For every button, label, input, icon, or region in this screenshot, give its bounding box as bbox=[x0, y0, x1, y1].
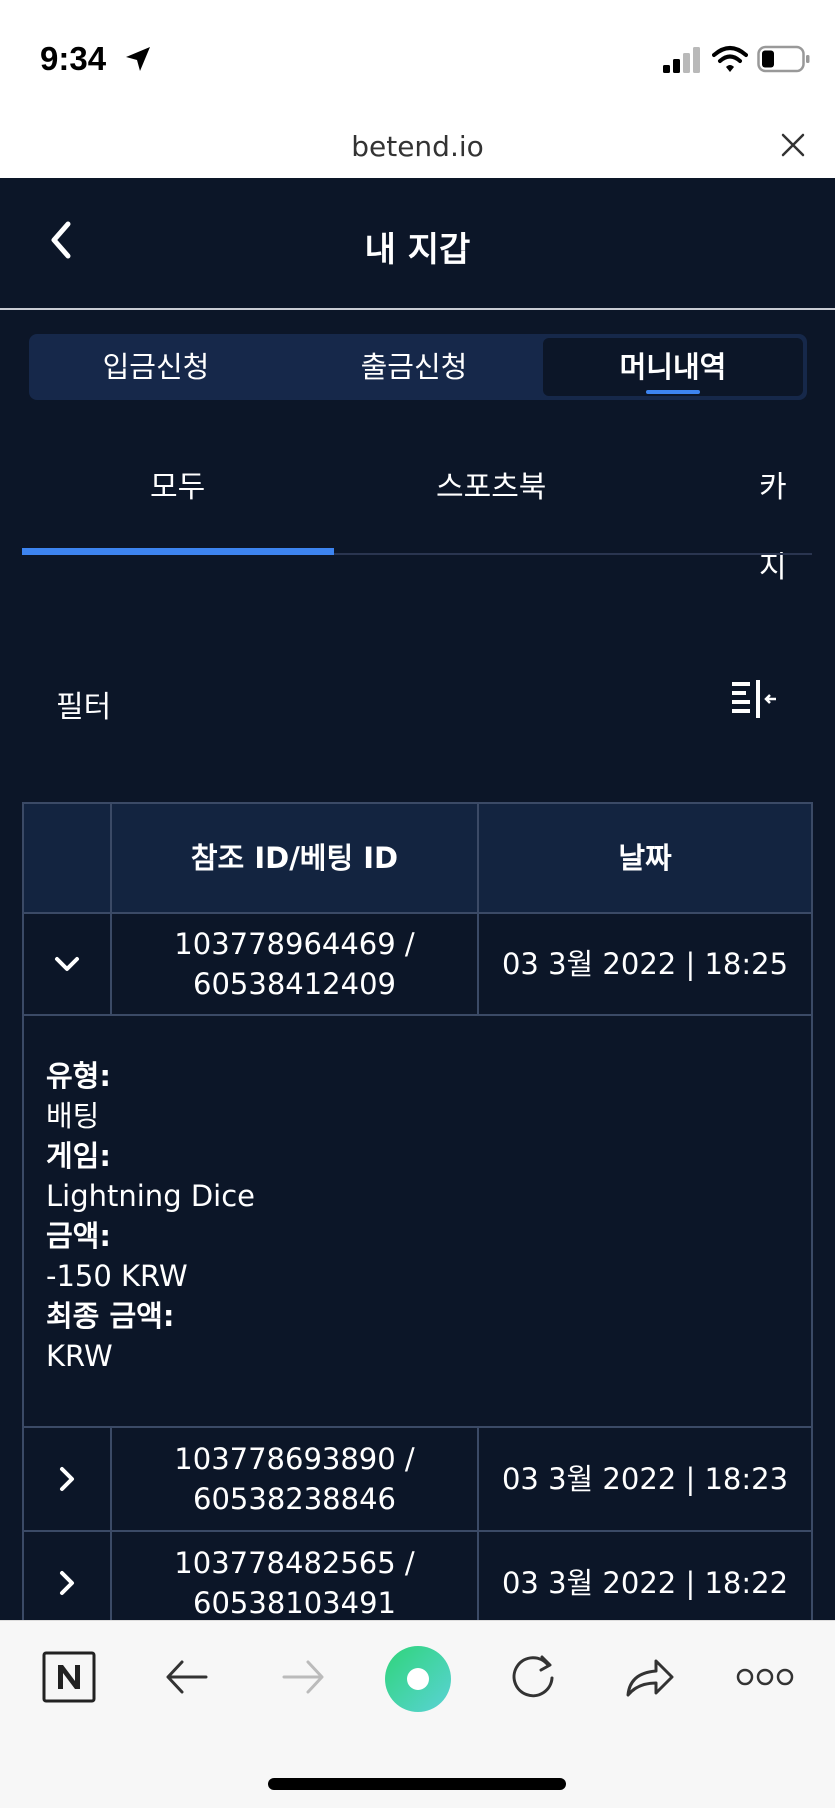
detail-amount-label: 금액: bbox=[46, 1219, 111, 1253]
bet-id: 60538412409 bbox=[193, 967, 396, 1001]
detail-amount-value: -150 KRW bbox=[46, 1259, 188, 1293]
wallet-tabs: 입금신청 출금신청 머니내역 bbox=[29, 334, 807, 400]
tab-sportsbook[interactable]: 스포츠북 bbox=[436, 448, 546, 528]
row-details: 유형: 배팅 게임: Lightning Dice 금액: -150 KRW 최… bbox=[22, 1016, 813, 1428]
home-indicator bbox=[268, 1778, 566, 1790]
bet-id: 60538103491 bbox=[193, 1586, 396, 1620]
row-date-cell: 03 3월 2022 | 18:23 bbox=[477, 1426, 813, 1532]
row-date-cell: 03 3월 2022 | 18:22 bbox=[477, 1530, 813, 1620]
tab-casino[interactable]: 카지 bbox=[759, 448, 812, 585]
row-ref-id-cell: 103778964469 / 60538412409 bbox=[110, 912, 479, 1016]
status-time: 9:34 bbox=[40, 40, 107, 77]
page-title: 내 지갑 bbox=[364, 230, 471, 270]
status-bar: 9:34 bbox=[0, 0, 835, 118]
ref-id: 103778693890 / bbox=[174, 1442, 415, 1476]
close-icon[interactable] bbox=[778, 130, 808, 160]
cellular-signal-icon bbox=[663, 47, 700, 73]
filter-collapse-icon[interactable] bbox=[730, 678, 780, 720]
refresh-icon[interactable] bbox=[508, 1649, 558, 1705]
detail-final-value: KRW bbox=[46, 1339, 113, 1373]
battery-icon bbox=[757, 45, 810, 73]
row-toggle[interactable] bbox=[22, 1530, 112, 1620]
detail-final-label: 최종 금액: bbox=[46, 1299, 175, 1333]
chevron-right-icon bbox=[60, 1467, 74, 1491]
wifi-icon bbox=[712, 46, 748, 72]
detail-type-value: 배팅 bbox=[46, 1099, 100, 1133]
row-date-cell: 03 3월 2022 | 18:25 bbox=[477, 912, 813, 1016]
row-ref-id-cell: 103778482565 / 60538103491 bbox=[110, 1530, 479, 1620]
wallet-screen: 내 지갑 입금신청 출금신청 머니내역 모두 스포츠북 카지 필터 참조 ID/… bbox=[0, 178, 835, 1620]
tab-all[interactable]: 모두 bbox=[150, 448, 205, 528]
chevron-down-icon bbox=[55, 957, 79, 971]
forward-arrow-icon bbox=[282, 1660, 324, 1694]
filter-label[interactable]: 필터 bbox=[56, 682, 111, 726]
tab-deposit[interactable]: 입금신청 bbox=[29, 334, 283, 400]
url-text[interactable]: betend.io bbox=[0, 130, 835, 163]
location-arrow-icon bbox=[126, 47, 150, 71]
category-tabs: 모두 스포츠북 카지 bbox=[22, 448, 812, 585]
back-arrow-icon[interactable] bbox=[164, 1649, 210, 1705]
ref-id: 103778482565 / bbox=[174, 1546, 415, 1580]
green-dot-icon[interactable] bbox=[384, 1645, 452, 1713]
chevron-right-icon bbox=[60, 1571, 74, 1595]
url-bar[interactable]: betend.io bbox=[0, 118, 835, 178]
detail-game-label: 게임: bbox=[46, 1139, 111, 1173]
bet-id: 60538238846 bbox=[193, 1482, 396, 1516]
table-row[interactable]: 103778482565 / 60538103491 03 3월 2022 | … bbox=[22, 1530, 813, 1620]
detail-game-value: Lightning Dice bbox=[46, 1179, 255, 1213]
tab-money-history-label: 머니내역 bbox=[619, 350, 727, 384]
header-cell-expand bbox=[22, 802, 112, 914]
detail-type-label: 유형: bbox=[46, 1059, 111, 1093]
page: 9:34 betend.io 내 지갑 입금신청 출금신청 머니내역 모두 스포… bbox=[0, 0, 835, 1808]
share-icon[interactable] bbox=[622, 1649, 676, 1705]
row-toggle[interactable] bbox=[22, 912, 112, 1016]
row-toggle[interactable] bbox=[22, 1426, 112, 1532]
tab-money-history[interactable]: 머니내역 bbox=[543, 338, 803, 396]
more-options-icon[interactable] bbox=[736, 1649, 794, 1705]
app-header: 내 지갑 bbox=[0, 178, 835, 310]
table-row[interactable]: 103778693890 / 60538238846 03 3월 2022 | … bbox=[22, 1426, 813, 1532]
active-tab-indicator bbox=[646, 390, 700, 394]
table-header-row: 참조 ID/베팅 ID 날짜 bbox=[22, 802, 813, 914]
tab-withdraw[interactable]: 출금신청 bbox=[283, 334, 545, 400]
ref-id: 103778964469 / bbox=[174, 927, 415, 961]
header-cell-date: 날짜 bbox=[477, 802, 813, 914]
table-row[interactable]: 103778964469 / 60538412409 03 3월 2022 | … bbox=[22, 912, 813, 1016]
category-active-indicator bbox=[22, 548, 334, 555]
header-cell-ref-id: 참조 ID/베팅 ID bbox=[110, 802, 479, 914]
naver-n-icon[interactable] bbox=[42, 1649, 96, 1705]
row-ref-id-cell: 103778693890 / 60538238846 bbox=[110, 1426, 479, 1532]
